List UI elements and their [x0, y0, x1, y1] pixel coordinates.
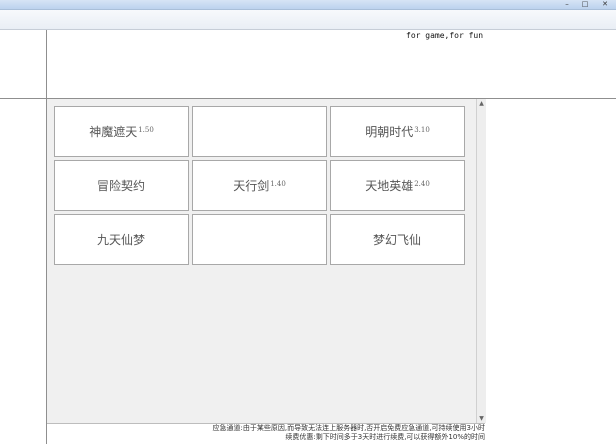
game-name: 天行剑 — [233, 179, 270, 193]
scroll-up-icon[interactable]: ▲ — [477, 99, 486, 108]
renewal-discount-notice: 续费优惠:剩下时间多于3天时进行续费,可以获得额外10%的时间 — [285, 433, 485, 441]
sidebar-divider — [0, 98, 46, 99]
game-tile[interactable]: 神魔遮天 1.50 — [54, 106, 189, 157]
game-version: 1.40 — [270, 179, 286, 188]
game-name: 九天仙梦 — [96, 233, 145, 247]
scroll-down-icon[interactable]: ▼ — [477, 414, 486, 423]
game-version: 1.50 — [138, 125, 154, 134]
game-tile[interactable]: 冒险契约 — [54, 160, 189, 211]
right-pane — [486, 99, 616, 423]
game-version: 2.40 — [414, 179, 430, 188]
tagline-text: for game,for fun — [406, 31, 484, 40]
maximize-icon[interactable]: □ — [578, 0, 592, 8]
window-titlebar: – □ ✕ — [0, 0, 616, 10]
menu-bar — [0, 10, 616, 30]
close-icon[interactable]: ✕ — [598, 0, 612, 8]
emergency-channel-notice: 应急通道:由于某些原因,而导致无法连上服务器时,否开启免费应急通道,可持续使用3… — [212, 424, 486, 432]
game-name: 天地英雄 — [365, 179, 414, 193]
game-tile[interactable]: 明朝时代 3.10 — [330, 106, 465, 157]
game-tile[interactable]: 九天仙梦 — [54, 214, 189, 265]
game-tile[interactable]: 梦幻飞仙 — [330, 214, 465, 265]
game-tile[interactable]: 天行剑 1.40 — [192, 160, 327, 211]
game-tile[interactable]: 天地英雄 2.40 — [330, 160, 465, 211]
game-tile-empty[interactable] — [192, 214, 327, 265]
game-name: 冒险契约 — [96, 179, 145, 193]
game-name: 明朝时代 — [365, 125, 414, 139]
minimize-icon[interactable]: – — [560, 0, 574, 8]
game-name: 神魔遮天 — [89, 125, 138, 139]
game-grid: 神魔遮天 1.50 明朝时代 3.10 冒险契约 天行剑 1.40 天地英雄 2.40 … — [54, 106, 468, 268]
header-panel — [47, 30, 616, 99]
game-version: 3.10 — [414, 125, 430, 134]
left-sidebar — [0, 30, 47, 444]
game-name: 梦幻飞仙 — [372, 233, 421, 247]
game-tile-empty[interactable] — [192, 106, 327, 157]
